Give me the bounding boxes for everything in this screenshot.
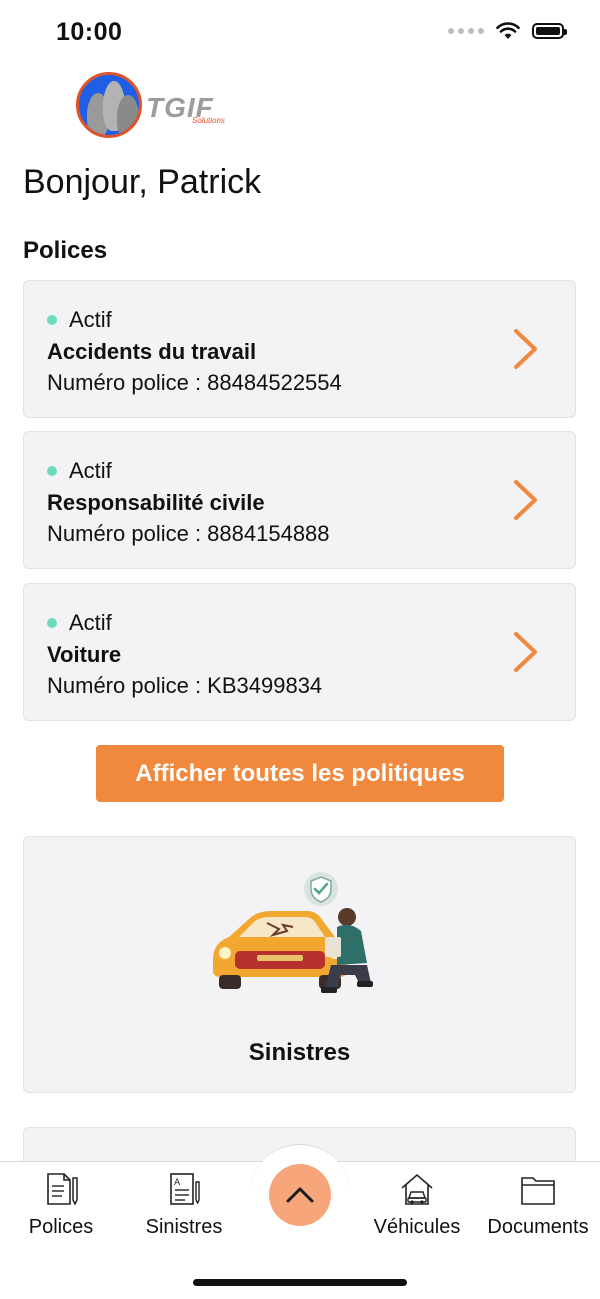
chevron-right-icon[interactable] — [511, 630, 541, 674]
policy-status-label: Actif — [69, 610, 112, 635]
active-status-dot — [47, 618, 57, 628]
status-bar: 10:00 — [0, 0, 600, 64]
cellular-signal-icon — [448, 28, 484, 34]
tab-polices[interactable]: Polices — [1, 1162, 121, 1252]
policy-number: Numéro police : KB3499834 — [47, 673, 323, 698]
company-logo: TGIF Solutions — [74, 70, 244, 144]
claims-card-label: Sinistres — [248, 1039, 351, 1066]
logo-subtext: Solutions — [192, 116, 225, 125]
logo-emblem — [76, 72, 142, 138]
greeting-heading: Bonjour, Patrick — [23, 163, 262, 201]
policies-section-title: Polices — [23, 237, 108, 264]
claims-card[interactable]: Sinistres — [23, 836, 576, 1093]
battery-icon — [532, 23, 567, 39]
svg-text:A: A — [174, 1178, 181, 1188]
policy-card[interactable]: Actif Voiture Numéro police : KB3499834 — [23, 583, 576, 721]
tab-documents[interactable]: Documents — [478, 1162, 598, 1252]
chevron-right-icon[interactable] — [511, 327, 541, 371]
wifi-icon — [496, 22, 520, 39]
policy-number: Numéro police : 88484522554 — [47, 370, 342, 395]
chevron-right-icon[interactable] — [511, 478, 541, 522]
policy-status: Actif — [47, 458, 112, 484]
policy-card[interactable]: Actif Responsabilité civile Numéro polic… — [23, 431, 576, 569]
policy-status: Actif — [47, 307, 112, 333]
tab-vehicules[interactable]: Véhicules — [357, 1162, 477, 1252]
folder-icon — [521, 1177, 555, 1205]
policy-status-label: Actif — [69, 458, 112, 483]
damaged-car-illustration — [213, 872, 373, 993]
show-all-policies-button[interactable]: Afficher toutes les politiques — [96, 745, 504, 802]
policy-name: Responsabilité civile — [47, 490, 265, 515]
chevron-up-icon — [286, 1187, 314, 1203]
expand-menu-button[interactable] — [269, 1164, 331, 1226]
tab-label: Documents — [487, 1216, 589, 1238]
policy-card[interactable]: Actif Accidents du travail Numéro police… — [23, 280, 576, 418]
status-time: 10:00 — [56, 18, 123, 46]
tab-label: Sinistres — [145, 1216, 223, 1238]
policy-status-label: Actif — [69, 307, 112, 332]
tab-label: Véhicules — [373, 1216, 461, 1238]
tab-sinistres[interactable]: A Sinistres — [124, 1162, 244, 1252]
policy-name: Accidents du travail — [47, 339, 257, 364]
home-indicator[interactable] — [193, 1279, 407, 1286]
house-car-icon — [401, 1173, 433, 1205]
policy-number: Numéro police : 8884154888 — [47, 521, 330, 546]
status-icons — [448, 22, 567, 40]
claim-document-icon: A — [170, 1173, 200, 1205]
tab-label: Polices — [28, 1216, 94, 1238]
document-pen-icon — [47, 1173, 78, 1206]
active-status-dot — [47, 315, 57, 325]
policy-name: Voiture — [47, 642, 122, 667]
active-status-dot — [47, 466, 57, 476]
policy-status: Actif — [47, 610, 112, 636]
